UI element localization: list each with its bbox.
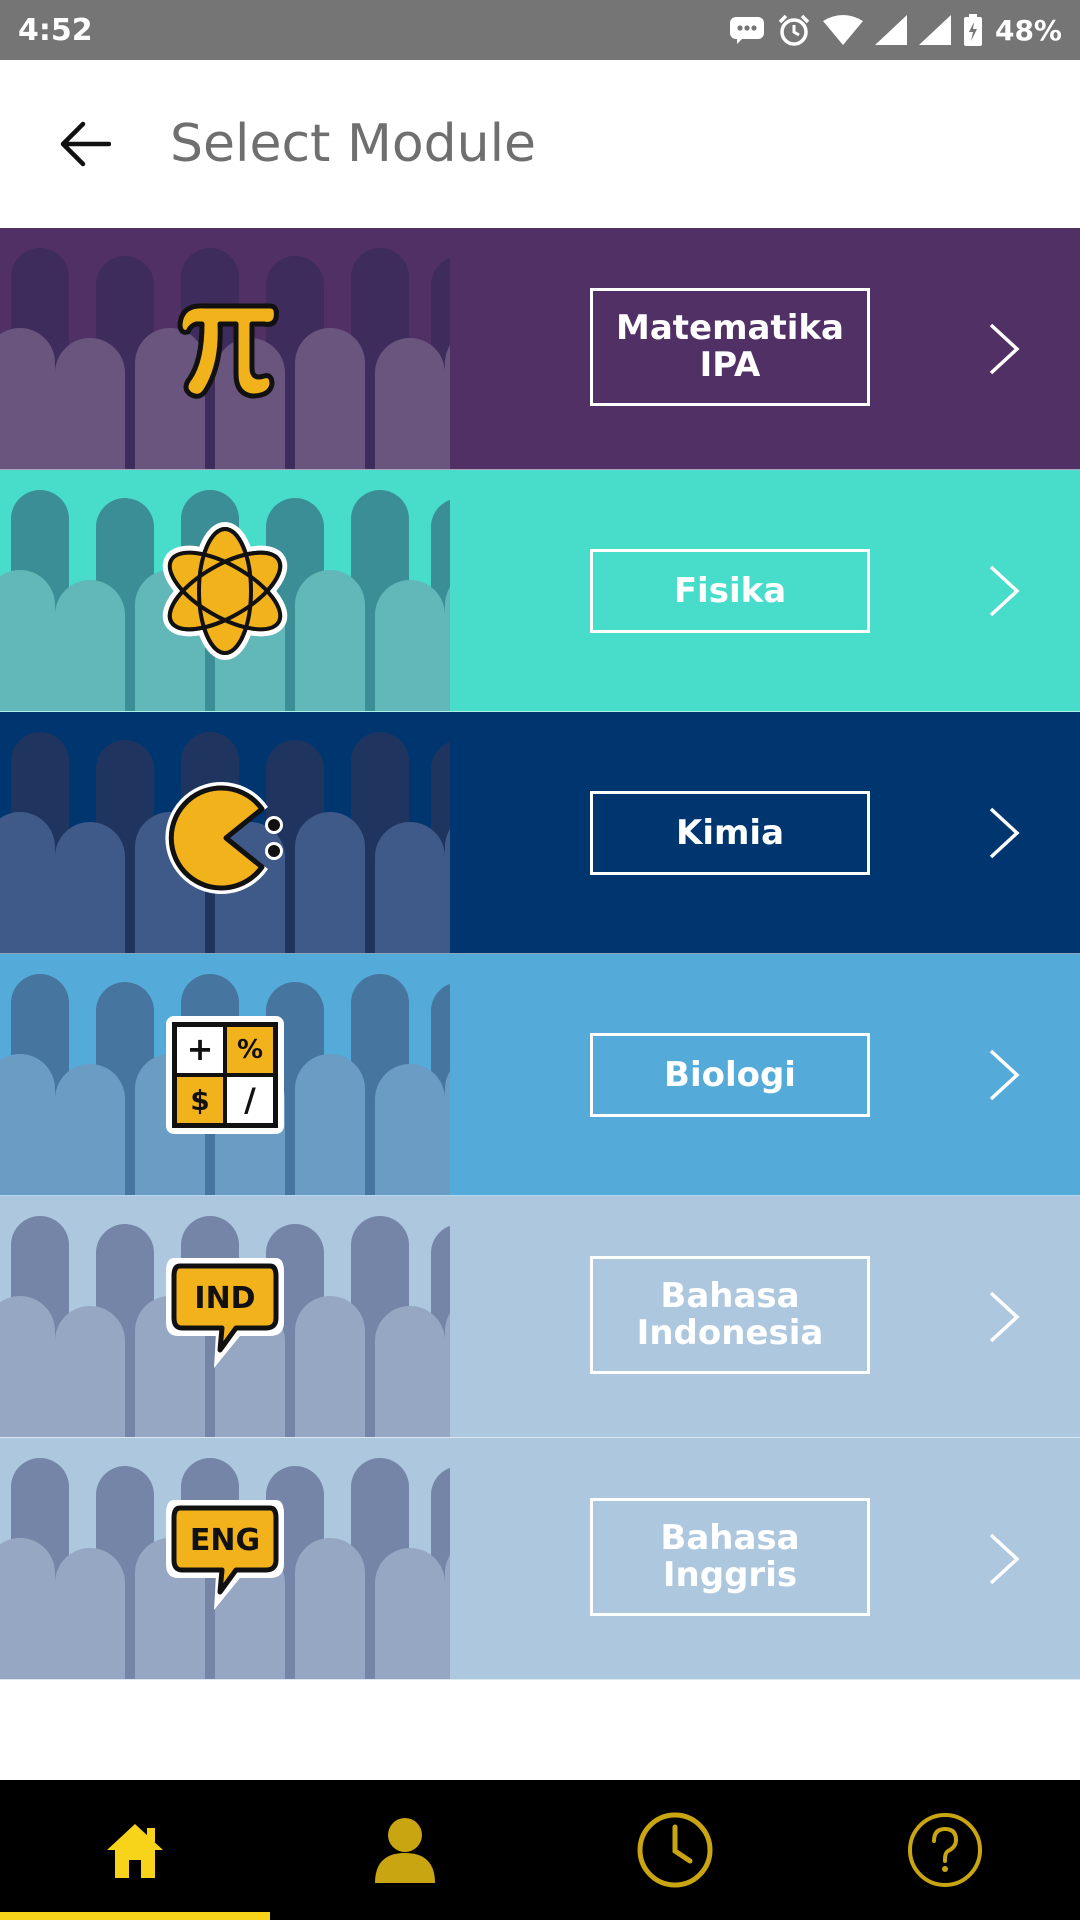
- chevron-right-icon: [989, 807, 1020, 859]
- calc-dollar: $: [190, 1084, 209, 1117]
- module-label-line1: Bahasa: [660, 1276, 800, 1316]
- nav-home[interactable]: [0, 1780, 270, 1920]
- chevron-right-icon: [989, 1291, 1020, 1343]
- module-label-line1: Bahasa: [660, 1518, 800, 1558]
- calc-plus: +: [187, 1030, 214, 1068]
- status-bar: 4:52 48%: [0, 0, 1080, 60]
- chevron-right-icon: [989, 1533, 1020, 1585]
- active-tab-indicator: [0, 1912, 270, 1920]
- ind-speech-bubble-icon: IND: [160, 1242, 290, 1392]
- calculator-icon: + % $ /: [160, 1000, 290, 1150]
- battery-icon: [963, 14, 982, 46]
- signal-icon: [874, 15, 907, 45]
- module-label: Kimia: [590, 791, 870, 875]
- battery-percent: 48%: [994, 13, 1062, 47]
- pacman-icon: [160, 758, 290, 908]
- history-clock-icon: [637, 1812, 713, 1888]
- module-label: Matematika IPA: [590, 288, 870, 406]
- module-label: Bahasa Inggris: [590, 1498, 870, 1616]
- signal-icon-2: [918, 15, 951, 45]
- chevron-right-icon: [989, 565, 1020, 617]
- module-list: Matematika IPA Fisika Kimia + % $ / Biol…: [0, 228, 1080, 1680]
- wifi-icon: [822, 15, 863, 45]
- message-icon: [729, 17, 764, 44]
- module-label: Bahasa Indonesia: [590, 1256, 870, 1374]
- atom-icon: [160, 516, 290, 666]
- nav-help[interactable]: [810, 1780, 1080, 1920]
- module-label-line1: Fisika: [673, 570, 787, 611]
- pi-icon: [160, 274, 290, 424]
- back-arrow-icon: [60, 121, 111, 167]
- page-title: Select Module: [170, 114, 537, 174]
- module-label-line2: Indonesia: [636, 1313, 824, 1353]
- module-label-line2: IPA: [699, 345, 761, 385]
- nav-profile[interactable]: [270, 1780, 540, 1920]
- status-time: 4:52: [18, 12, 93, 48]
- chevron-right-icon: [989, 323, 1020, 375]
- calc-percent: %: [237, 1035, 263, 1065]
- chevron-right-icon: [989, 1049, 1020, 1101]
- module-row-matematika-ipa[interactable]: Matematika IPA: [0, 228, 1080, 470]
- module-label: Biologi: [590, 1033, 870, 1117]
- module-row-bahasa-indonesia[interactable]: IND Bahasa Indonesia: [0, 1196, 1080, 1438]
- profile-icon: [375, 1818, 435, 1883]
- eng-speech-bubble-icon: ENG: [160, 1484, 290, 1634]
- back-button[interactable]: [0, 60, 170, 228]
- bottom-nav: [0, 1780, 1080, 1920]
- module-row-biologi[interactable]: + % $ / Biologi: [0, 954, 1080, 1196]
- module-label-line1: Matematika: [616, 308, 844, 348]
- module-label: Fisika: [590, 549, 870, 633]
- ind-text: IND: [194, 1281, 255, 1316]
- calc-slash: /: [244, 1081, 256, 1119]
- module-label-line2: Inggris: [662, 1555, 798, 1595]
- nav-history[interactable]: [540, 1780, 810, 1920]
- help-icon: [908, 1813, 982, 1887]
- app-bar: Select Module: [0, 60, 1080, 228]
- alarm-icon: [778, 14, 810, 46]
- eng-text: ENG: [190, 1523, 260, 1558]
- home-icon: [107, 1824, 163, 1878]
- module-row-bahasa-inggris[interactable]: ENG Bahasa Inggris: [0, 1438, 1080, 1680]
- module-row-kimia[interactable]: Kimia: [0, 712, 1080, 954]
- module-row-fisika[interactable]: Fisika: [0, 470, 1080, 712]
- status-icons: 48%: [729, 13, 1062, 47]
- module-label-line1: Kimia: [675, 812, 785, 853]
- module-label-line1: Biologi: [664, 1054, 796, 1095]
